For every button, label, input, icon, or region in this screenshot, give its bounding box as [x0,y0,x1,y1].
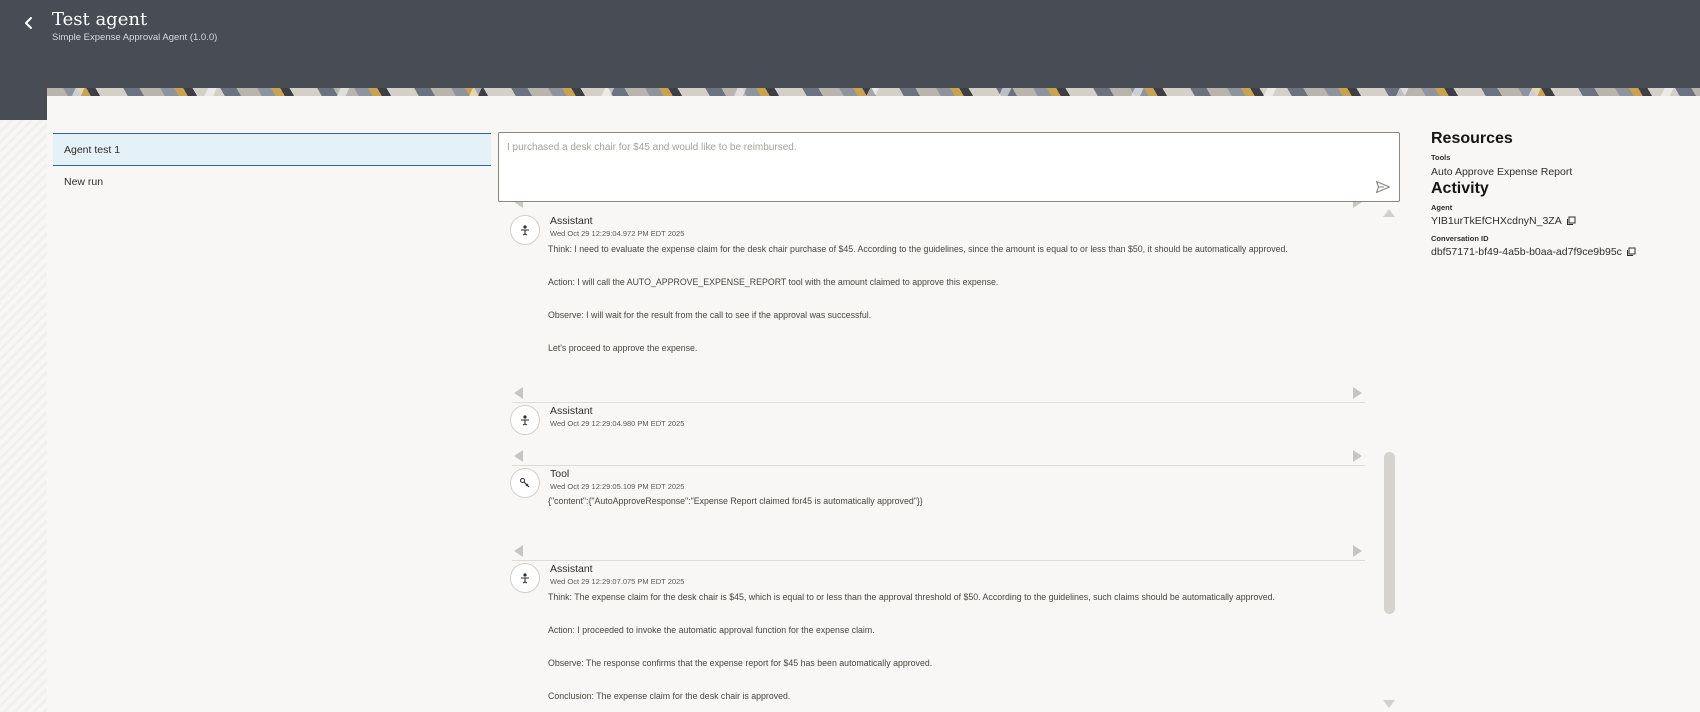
message-line: Observe: The response confirms that the … [548,658,933,668]
run-list: Agent test 1 New run [53,133,491,199]
tool-icon [510,468,540,498]
message-role: Assistant [550,563,593,575]
assistant-icon [510,215,540,245]
agent-label: Agent [1431,203,1453,212]
message-content: {"content":{"AutoApproveResponse":"Expen… [548,496,1348,529]
scrollbar-thumb[interactable] [1384,452,1395,614]
message-line: Observe: I will wait for the result from… [548,310,872,320]
message-input-box [498,132,1400,202]
run-item-agent-test-1[interactable]: Agent test 1 [53,133,491,166]
message-content: Think: I need to evaluate the expense cl… [548,244,1348,376]
message-item: Tool Wed Oct 29 12:29:05.109 PM EDT 2025… [508,455,1368,535]
message-timestamp: Wed Oct 29 12:29:07.075 PM EDT 2025 [550,577,685,586]
message-timestamp: Wed Oct 29 12:29:04.972 PM EDT 2025 [550,229,685,238]
tool-name-text: Auto Approve Expense Report [1431,166,1573,178]
page-subtitle: Simple Expense Approval Agent (1.0.0) [52,32,218,43]
tool-name: Auto Approve Expense Report [1431,166,1691,178]
agent-id-text: YIB1urTkEfCHXcdnyN_3ZA [1431,215,1562,227]
send-icon[interactable] [1375,179,1391,195]
message-timestamp: Wed Oct 29 12:29:05.109 PM EDT 2025 [550,482,685,491]
message-item: Assistant Wed Oct 29 12:29:07.075 PM EDT… [508,550,1368,712]
new-run-button[interactable]: New run [53,166,491,199]
page-title: Test agent [52,9,148,30]
details-panel: Resources Tools Auto Approve Expense Rep… [1431,130,1691,258]
message-input[interactable] [499,133,1399,201]
message-line: Action: I will call the AUTO_APPROVE_EXP… [548,277,999,287]
message-line: Conclusion: The expense claim for the de… [548,691,791,701]
conversation-id: dbf57171-bf49-4a5b-b0aa-ad7f9ce9b95c [1431,246,1691,258]
message-timestamp: Wed Oct 29 12:29:04.980 PM EDT 2025 [550,419,685,428]
agent-id: YIB1urTkEfCHXcdnyN_3ZA [1431,215,1691,227]
message-line: Let's proceed to approve the expense. [548,343,698,353]
back-arrow-icon[interactable] [20,14,38,32]
message-role: Assistant [550,405,593,417]
conversation-feed: Assistant Wed Oct 29 12:29:04.972 PM EDT… [508,202,1368,712]
message-item: Assistant Wed Oct 29 12:29:04.980 PM EDT… [508,392,1368,452]
message-line: {"content":{"AutoApproveResponse":"Expen… [548,496,923,506]
scroll-down-arrow-icon[interactable] [1383,700,1395,708]
conversation-id-label: Conversation ID [1431,234,1489,243]
background-texture [0,120,47,712]
scroll-up-arrow-icon[interactable] [1383,209,1395,217]
message-line: Action: I proceeded to invoke the automa… [548,625,875,635]
resources-heading: Resources [1431,130,1513,147]
assistant-icon [510,405,540,435]
copy-icon[interactable] [1626,247,1636,257]
message-line: Think: I need to evaluate the expense cl… [548,244,1288,254]
activity-heading: Activity [1431,180,1489,197]
message-content: Think: The expense claim for the desk ch… [548,592,1348,712]
message-line: Think: The expense claim for the desk ch… [548,592,1275,602]
assistant-icon [510,563,540,593]
message-role: Tool [550,468,570,480]
conversation-id-text: dbf57171-bf49-4a5b-b0aa-ad7f9ce9b95c [1431,246,1622,258]
decorative-banner [47,88,1700,96]
message-role: Assistant [550,215,593,227]
copy-icon[interactable] [1566,216,1576,226]
tools-label: Tools [1431,153,1451,162]
message-item: Assistant Wed Oct 29 12:29:04.972 PM EDT… [508,202,1368,368]
